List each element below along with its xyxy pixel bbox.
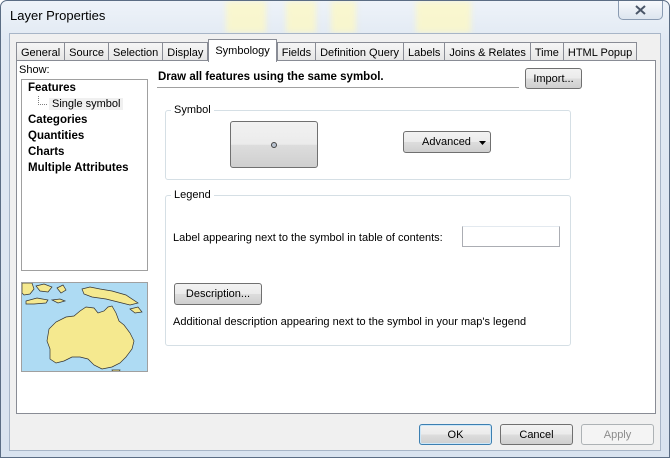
tab-label: Joins & Relates bbox=[449, 46, 526, 59]
show-label: Show: bbox=[19, 64, 50, 76]
renderer-tree: Features Single symbol Categories Quanti… bbox=[21, 79, 148, 271]
cancel-button[interactable]: Cancel bbox=[500, 424, 573, 445]
description-button-label: Description... bbox=[185, 288, 251, 300]
apply-button-label: Apply bbox=[603, 428, 632, 441]
tab-label: General bbox=[21, 46, 61, 59]
layer-properties-window: Layer Properties General Source Selectio… bbox=[0, 0, 670, 458]
import-button[interactable]: Import... bbox=[525, 68, 582, 89]
tab-label: Labels bbox=[407, 46, 441, 59]
tree-item-charts[interactable]: Charts bbox=[28, 146, 64, 158]
tab-label: HTML Popup bbox=[567, 46, 633, 59]
tree-item-multiple-attributes[interactable]: Multiple Attributes bbox=[28, 162, 129, 174]
window-title: Layer Properties bbox=[10, 8, 106, 23]
tab-html-popup[interactable]: HTML Popup bbox=[562, 42, 638, 62]
apply-button[interactable]: Apply bbox=[581, 424, 654, 445]
tree-item-features[interactable]: Features bbox=[28, 82, 76, 94]
tab-label: Definition Query bbox=[320, 46, 399, 59]
description-hint: Additional description appearing next to… bbox=[173, 316, 527, 328]
tab-joins-relates[interactable]: Joins & Relates bbox=[444, 42, 531, 62]
tab-symbology[interactable]: Symbology bbox=[208, 39, 277, 62]
tree-connector bbox=[38, 104, 47, 105]
tab-label: Symbology bbox=[215, 45, 270, 57]
tab-strip: General Source Selection Display Symbolo… bbox=[16, 39, 638, 62]
tab-label: Selection bbox=[113, 46, 159, 59]
tab-source[interactable]: Source bbox=[64, 42, 109, 62]
legend-group: Legend Label appearing next to the symbo… bbox=[165, 189, 571, 346]
symbol-group-title: Symbol bbox=[171, 104, 214, 116]
tab-labels[interactable]: Labels bbox=[402, 42, 446, 62]
ok-button[interactable]: OK bbox=[419, 424, 492, 445]
ok-button-label: OK bbox=[447, 428, 464, 441]
advanced-button-label: Advanced bbox=[422, 136, 471, 148]
tab-display[interactable]: Display bbox=[162, 42, 209, 62]
description-button[interactable]: Description... bbox=[174, 283, 262, 305]
legend-group-title: Legend bbox=[171, 189, 214, 201]
tab-definition-query[interactable]: Definition Query bbox=[315, 42, 404, 62]
tab-label: Source bbox=[69, 46, 104, 59]
legend-label-input[interactable] bbox=[462, 226, 560, 247]
preview-map-image bbox=[21, 282, 148, 372]
title-glow bbox=[286, 1, 316, 33]
advanced-button[interactable]: Advanced bbox=[403, 131, 491, 153]
title-bar[interactable]: Layer Properties bbox=[1, 1, 669, 33]
tab-label: Display bbox=[167, 46, 204, 59]
symbol-preview-button[interactable] bbox=[230, 121, 318, 168]
close-button[interactable] bbox=[618, 1, 663, 20]
tree-item-categories[interactable]: Categories bbox=[28, 114, 87, 126]
import-button-label: Import... bbox=[533, 72, 574, 85]
symbol-group: Symbol Advanced bbox=[165, 104, 571, 180]
tab-general[interactable]: General bbox=[16, 42, 66, 62]
legend-label-prompt: Label appearing next to the symbol in ta… bbox=[173, 232, 443, 244]
tab-label: Fields bbox=[281, 46, 312, 59]
tab-fields[interactable]: Fields bbox=[276, 42, 317, 62]
tree-item-quantities[interactable]: Quantities bbox=[28, 130, 84, 142]
renderer-description: Draw all features using the same symbol. bbox=[157, 66, 519, 88]
cancel-button-label: Cancel bbox=[519, 428, 554, 441]
tab-label: Time bbox=[534, 46, 559, 59]
tree-item-single-symbol[interactable]: Single symbol bbox=[49, 98, 124, 110]
dialog-client: General Source Selection Display Symbolo… bbox=[9, 33, 661, 451]
dropdown-arrow-icon bbox=[479, 141, 486, 145]
australia-map-icon bbox=[22, 283, 147, 371]
symbology-panel: Show: Features Single symbol Categories … bbox=[16, 60, 656, 414]
title-glow bbox=[416, 1, 471, 33]
title-glow bbox=[331, 1, 356, 33]
close-icon bbox=[635, 5, 646, 15]
title-glow bbox=[226, 1, 266, 33]
tab-selection[interactable]: Selection bbox=[108, 42, 164, 62]
point-symbol-icon bbox=[271, 142, 277, 148]
tab-time[interactable]: Time bbox=[529, 42, 564, 62]
